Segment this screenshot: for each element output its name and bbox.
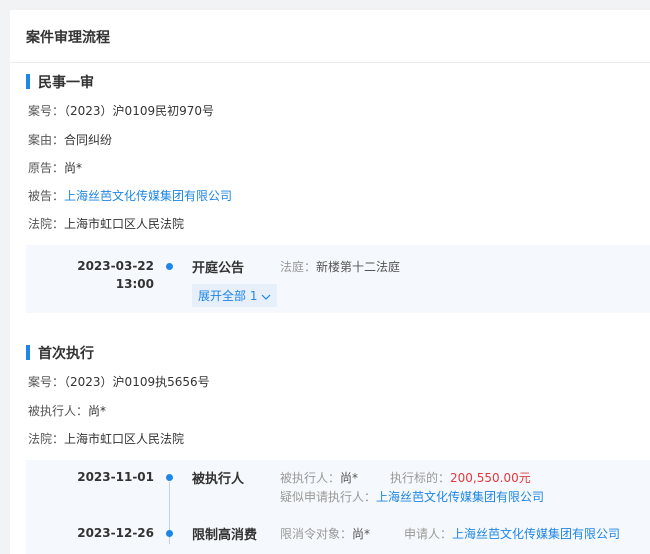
timeline-dot [166,474,173,481]
court-label: 法院： [28,217,65,231]
court-value: 上海市虹口区人民法院 [64,217,185,231]
first-trial-plaintiff-row: 原告：尚* [28,159,82,176]
executed-value: 尚* [88,404,107,418]
applicant-link[interactable]: 上海丝芭文化传媒集团有限公司 [376,490,544,504]
timeline-detail-applicant: 申请人：上海丝芭文化传媒集团有限公司 [404,525,620,542]
timeline-time: 13:00 [115,277,154,291]
timeline-date: 2023-03-22 [77,259,154,273]
execution-case-no-row: 案号：（2023）沪0109执5656号 [28,373,210,390]
case-process-card: 案件审理流程 民事一审 案号：（2023）沪0109民初970号 案由：合同纠纷… [10,10,650,554]
plaintiff-value: 尚* [64,161,83,175]
timeline-event: 限制高消费 [192,528,258,543]
first-trial-court-row: 法院：上海市虹口区人民法院 [28,215,184,232]
timeline-detail: 法庭：新楼第十二法庭 [280,258,400,275]
expand-all-label: 展开全部 1 [198,289,258,303]
executed-label: 被执行人： [28,404,89,418]
first-trial-timeline: 2023-03-22 13:00 开庭公告 法庭：新楼第十二法庭 展开全部 1 [26,245,650,313]
timeline-detail-target: 执行标的：200,550.00元 [390,469,531,486]
timeline-detail-executed: 被执行人：尚* [280,469,358,486]
timeline-detail-applicant: 疑似申请执行人：上海丝芭文化传媒集团有限公司 [280,488,544,505]
subject-label: 限消令对象： [280,527,353,541]
target-amount: 200,550.00元 [450,471,531,485]
executed-value: 尚* [340,471,359,485]
page-title: 案件审理流程 [26,30,110,46]
defendant-label: 被告： [28,189,65,203]
title-divider [10,62,650,63]
timeline-event: 开庭公告 [192,261,245,276]
cause-label: 案由： [28,133,65,147]
case-no-value: （2023）沪0109民初970号 [64,104,214,118]
timeline-detail-subject: 限消令对象：尚* [280,525,370,542]
target-label: 执行标的： [390,471,451,485]
executed-label: 被执行人： [280,471,341,485]
first-trial-case-no-row: 案号：（2023）沪0109民初970号 [28,102,214,119]
plaintiff-label: 原告： [28,161,65,175]
case-no-label: 案号： [28,104,65,118]
timeline-event: 被执行人 [192,472,245,487]
chevron-down-icon [261,294,271,300]
timeline-date: 2023-12-26 [77,526,154,540]
expand-all-button[interactable]: 展开全部 1 [192,284,278,307]
applicant-link[interactable]: 上海丝芭文化传媒集团有限公司 [452,527,620,541]
timeline-dot [166,530,173,537]
court-room-value: 新楼第十二法庭 [316,260,401,274]
cause-value: 合同纠纷 [64,133,113,147]
court-room-label: 法庭： [280,260,317,274]
first-trial-cause-row: 案由：合同纠纷 [28,131,112,148]
applicant-label: 疑似申请执行人： [280,490,377,504]
court-label: 法院： [28,432,65,446]
case-no-label: 案号： [28,375,65,389]
execution-timeline: 2023-11-01 被执行人 被执行人：尚* 执行标的：200,550.00元… [26,460,650,554]
execution-executed-row: 被执行人：尚* [28,402,106,419]
section-title-first-trial: 民事一审 [26,72,94,92]
case-no-value: （2023）沪0109执5656号 [64,375,210,389]
applicant-label: 申请人： [404,527,453,541]
defendant-link[interactable]: 上海丝芭文化传媒集团有限公司 [64,189,232,203]
court-value: 上海市虹口区人民法院 [64,432,185,446]
timeline-dot [166,263,173,270]
execution-court-row: 法院：上海市虹口区人民法院 [28,430,184,447]
section-title-first-execution: 首次执行 [26,343,94,363]
timeline-date: 2023-11-01 [77,470,154,484]
first-trial-defendant-row: 被告：上海丝芭文化传媒集团有限公司 [28,187,232,204]
subject-value: 尚* [352,527,371,541]
